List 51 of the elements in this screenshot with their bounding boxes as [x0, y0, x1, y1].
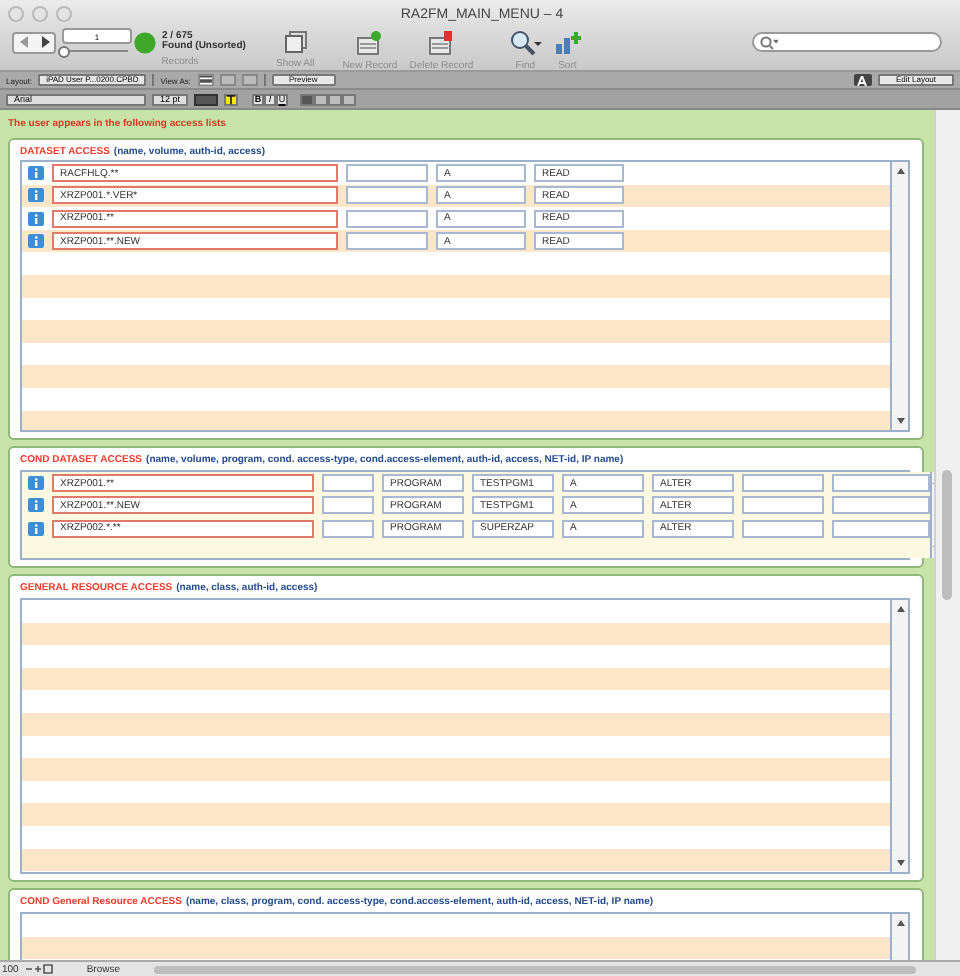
scroll-up-icon[interactable] — [895, 604, 905, 614]
scroll-down-icon[interactable] — [895, 858, 905, 868]
record-slider-thumb[interactable] — [58, 46, 71, 58]
empty-field[interactable] — [322, 496, 374, 515]
empty-field[interactable] — [832, 474, 930, 493]
empty-field[interactable] — [322, 519, 374, 538]
formatting-bar-button[interactable] — [853, 74, 872, 86]
empty-field[interactable] — [346, 209, 428, 228]
form-view-icon — [199, 75, 211, 85]
empty-field[interactable] — [832, 519, 930, 538]
highlight-button[interactable] — [224, 93, 238, 105]
scroll-up-icon[interactable] — [895, 918, 905, 928]
empty-field[interactable] — [346, 232, 428, 251]
align-left-button[interactable] — [300, 93, 314, 105]
empty-field[interactable] — [742, 496, 824, 515]
search-icon — [509, 30, 542, 56]
empty-field[interactable] — [742, 519, 824, 538]
found-set-pie-icon — [134, 31, 156, 53]
info-icon[interactable] — [28, 166, 44, 181]
window-scroll-thumb[interactable] — [942, 470, 952, 600]
close-light[interactable] — [8, 6, 24, 22]
list-scrollbar[interactable] — [890, 162, 908, 430]
stacked-pages-icon — [283, 30, 308, 54]
sort-icon — [553, 30, 582, 56]
formatting-icon — [855, 75, 870, 85]
empty-field[interactable] — [742, 474, 824, 493]
empty-field[interactable] — [832, 496, 930, 515]
zoom-light[interactable] — [56, 6, 72, 22]
search-field[interactable] — [752, 32, 942, 52]
info-icon[interactable] — [28, 211, 44, 226]
minimize-light[interactable] — [32, 6, 48, 22]
justify-button[interactable] — [342, 93, 356, 105]
empty-field[interactable] — [322, 474, 374, 493]
info-icon[interactable] — [28, 498, 44, 513]
search-icon — [760, 35, 778, 49]
empty-field[interactable] — [346, 186, 428, 205]
text-color-button[interactable] — [194, 93, 218, 105]
scroll-up-icon[interactable] — [895, 166, 905, 176]
empty-field[interactable] — [346, 164, 428, 183]
align-right-button[interactable] — [328, 93, 342, 105]
list-scrollbar[interactable] — [890, 600, 908, 872]
scroll-down-icon[interactable] — [895, 416, 905, 426]
info-icon[interactable] — [28, 234, 44, 249]
info-icon[interactable] — [28, 476, 44, 491]
zoom-controls-icon[interactable] — [26, 964, 55, 974]
highlight-icon — [226, 93, 236, 105]
form-view-button[interactable] — [197, 74, 213, 86]
horizontal-scrollbar[interactable] — [154, 965, 916, 973]
info-icon[interactable] — [28, 521, 44, 536]
info-icon[interactable] — [28, 188, 44, 203]
align-center-button[interactable] — [314, 93, 328, 105]
